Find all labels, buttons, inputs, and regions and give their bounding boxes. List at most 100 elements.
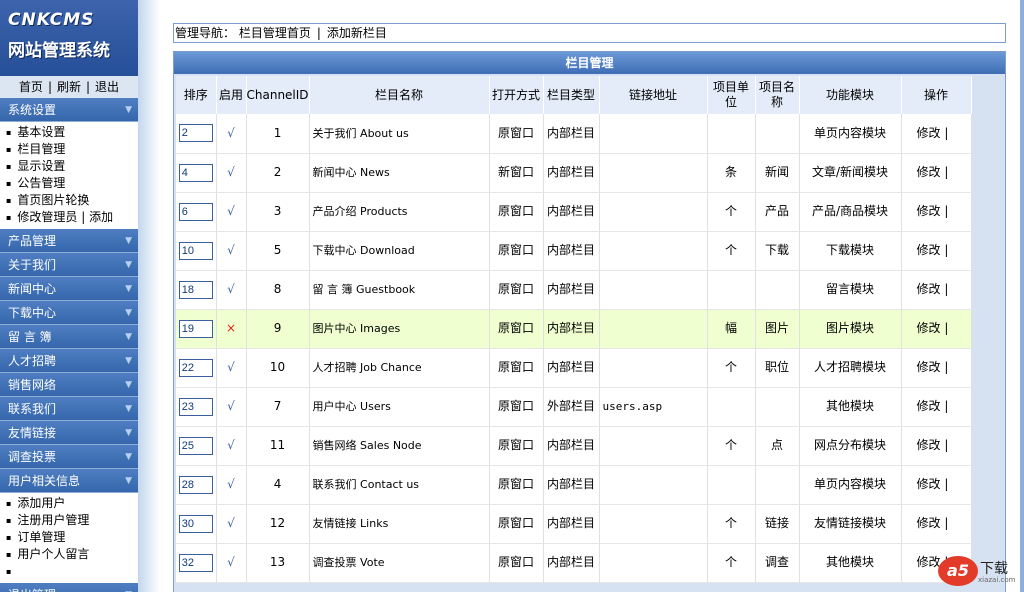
channel-type-cell: 内部栏目 <box>543 504 600 544</box>
order-input[interactable] <box>178 397 213 416</box>
sidebar-item[interactable]: 基本设置 <box>6 124 138 141</box>
check-icon[interactable]: √ <box>227 399 235 413</box>
module-name: 单页内容模块 <box>814 125 887 140</box>
enabled-icon-cell: √ <box>216 231 247 271</box>
check-icon[interactable]: √ <box>227 243 235 257</box>
sidebar-item[interactable]: 显示设置 <box>6 158 138 175</box>
channel-id: 4 <box>273 477 282 491</box>
sidebar-group-5[interactable]: 留 言 簿 ▼ <box>0 325 138 349</box>
channel-id: 7 <box>273 399 282 413</box>
sidebar-item[interactable]: 首页图片轮换 <box>6 192 138 209</box>
sidebar-group-8[interactable]: 联系我们 ▼ <box>0 397 138 421</box>
channel-id: 12 <box>269 516 286 530</box>
edit-link[interactable]: 修改 | <box>917 321 949 335</box>
item-name-cell: 职位 <box>755 348 800 388</box>
edit-link[interactable]: 修改 | <box>917 399 949 413</box>
edit-link[interactable]: 修改 | <box>917 126 949 140</box>
check-icon[interactable]: √ <box>227 516 235 530</box>
item-name: 产品 <box>765 204 790 218</box>
check-icon[interactable]: √ <box>227 282 235 296</box>
edit-link[interactable]: 修改 | <box>917 516 949 530</box>
check-icon[interactable]: √ <box>227 126 235 140</box>
edit-link[interactable]: 修改 | <box>917 438 949 452</box>
order-input[interactable] <box>178 319 213 338</box>
chevron-down-icon: ▼ <box>125 308 132 318</box>
sidebar-group-4[interactable]: 下载中心 ▼ <box>0 301 138 325</box>
cross-icon[interactable]: × <box>226 321 236 335</box>
sidebar-group-1[interactable]: 产品管理 ▼ <box>0 229 138 253</box>
sidebar-group-2[interactable]: 关于我们 ▼ <box>0 253 138 277</box>
open-mode-cell: 原窗口 <box>489 465 544 505</box>
sidebar-item[interactable]: 添加用户 <box>6 495 138 512</box>
open-mode: 原窗口 <box>498 477 535 491</box>
sidebar-group-12[interactable]: 退出管理 ▼ <box>0 583 138 592</box>
column-header: ChannelID <box>246 76 310 114</box>
sidebar-group-6[interactable]: 人才招聘 ▼ <box>0 349 138 373</box>
open-mode-cell: 原窗口 <box>489 426 544 466</box>
sidebar-item[interactable]: 订单管理 <box>6 529 138 546</box>
open-mode: 原窗口 <box>498 516 535 530</box>
order-input[interactable] <box>178 514 213 533</box>
frame-divider[interactable] <box>138 0 160 592</box>
enabled-icon-cell: √ <box>216 153 247 193</box>
breadcrumb-link-channel-home[interactable]: 栏目管理首页 <box>239 26 311 40</box>
check-icon[interactable]: √ <box>227 438 235 452</box>
order-input[interactable] <box>178 358 213 377</box>
order-input[interactable] <box>178 241 213 260</box>
sidebar-group-11[interactable]: 用户相关信息 ▼ <box>0 469 138 493</box>
check-icon[interactable]: √ <box>227 555 235 569</box>
open-mode: 原窗口 <box>498 282 535 296</box>
sidebar-group-7[interactable]: 销售网络 ▼ <box>0 373 138 397</box>
item-name-cell: 下载 <box>755 231 800 271</box>
sidebar-item[interactable]: 注册用户管理 <box>6 512 138 529</box>
channel-id: 8 <box>273 282 282 296</box>
edit-link[interactable]: 修改 | <box>917 477 949 491</box>
refresh-link[interactable]: 刷新 <box>57 80 81 94</box>
sidebar-group-0[interactable]: 系统设置 ▼ <box>0 98 138 122</box>
sidebar-group-3[interactable]: 新闻中心 ▼ <box>0 277 138 301</box>
sidebar-group-label: 关于我们 <box>8 258 57 272</box>
order-input-cell <box>176 270 217 310</box>
breadcrumb-link-add-channel[interactable]: 添加新栏目 <box>327 26 387 40</box>
sidebar-group-10[interactable]: 调查投票 ▼ <box>0 445 138 469</box>
edit-link[interactable]: 修改 | <box>917 360 949 374</box>
order-input[interactable] <box>178 124 213 143</box>
sidebar-item[interactable]: 修改管理员 | 添加 <box>6 209 138 226</box>
edit-link[interactable]: 修改 | <box>917 204 949 218</box>
module-name-cell: 留言模块 <box>799 270 902 310</box>
module-name: 下载模块 <box>826 243 875 257</box>
module-name-cell: 单页内容模块 <box>799 114 902 154</box>
edit-link[interactable]: 修改 | <box>917 165 949 179</box>
check-icon[interactable]: √ <box>227 165 235 179</box>
sidebar-item[interactable]: 栏目管理 <box>6 141 138 158</box>
order-input[interactable] <box>178 553 213 572</box>
order-input[interactable] <box>178 202 213 221</box>
item-name: 调查 <box>765 555 790 569</box>
open-mode: 新窗口 <box>498 165 535 179</box>
order-input[interactable] <box>178 280 213 299</box>
channel-name-cell: 联系我们 Contact us <box>309 465 490 505</box>
sidebar: CNKCMS 网站管理系统 首页|刷新|退出 系统设置 ▼ 基本设置栏目管理显示设置… <box>0 0 138 592</box>
sidebar-item[interactable]: 用户个人留言 <box>6 546 138 563</box>
order-input[interactable] <box>178 436 213 455</box>
edit-link[interactable]: 修改 | <box>917 243 949 257</box>
edit-link[interactable]: 修改 | <box>917 282 949 296</box>
chevron-down-icon: ▼ <box>125 380 132 390</box>
sidebar-group-9[interactable]: 友情链接 ▼ <box>0 421 138 445</box>
order-input[interactable] <box>178 163 213 182</box>
check-icon[interactable]: √ <box>227 477 235 491</box>
enabled-icon-cell: √ <box>216 543 247 583</box>
channel-panel: 栏目管理 排序 启用 ChannelID 栏目名称 打开方式 栏目类型 链接地址 项目单位 项目… <box>173 51 1006 592</box>
check-icon[interactable]: √ <box>227 360 235 374</box>
logout-link[interactable]: 退出 <box>95 80 119 94</box>
chevron-down-icon: ▼ <box>125 284 132 294</box>
sidebar-item[interactable]: 公告管理 <box>6 175 138 192</box>
check-icon[interactable]: √ <box>227 204 235 218</box>
column-header: 栏目类型 <box>543 76 600 114</box>
edit-link-cell: 修改 | <box>901 114 972 154</box>
home-link[interactable]: 首页 <box>19 80 43 94</box>
link-url-cell <box>599 114 708 154</box>
order-input[interactable] <box>178 475 213 494</box>
sidebar-group-label: 人才招聘 <box>8 354 57 368</box>
sidebar-item[interactable] <box>6 563 138 580</box>
